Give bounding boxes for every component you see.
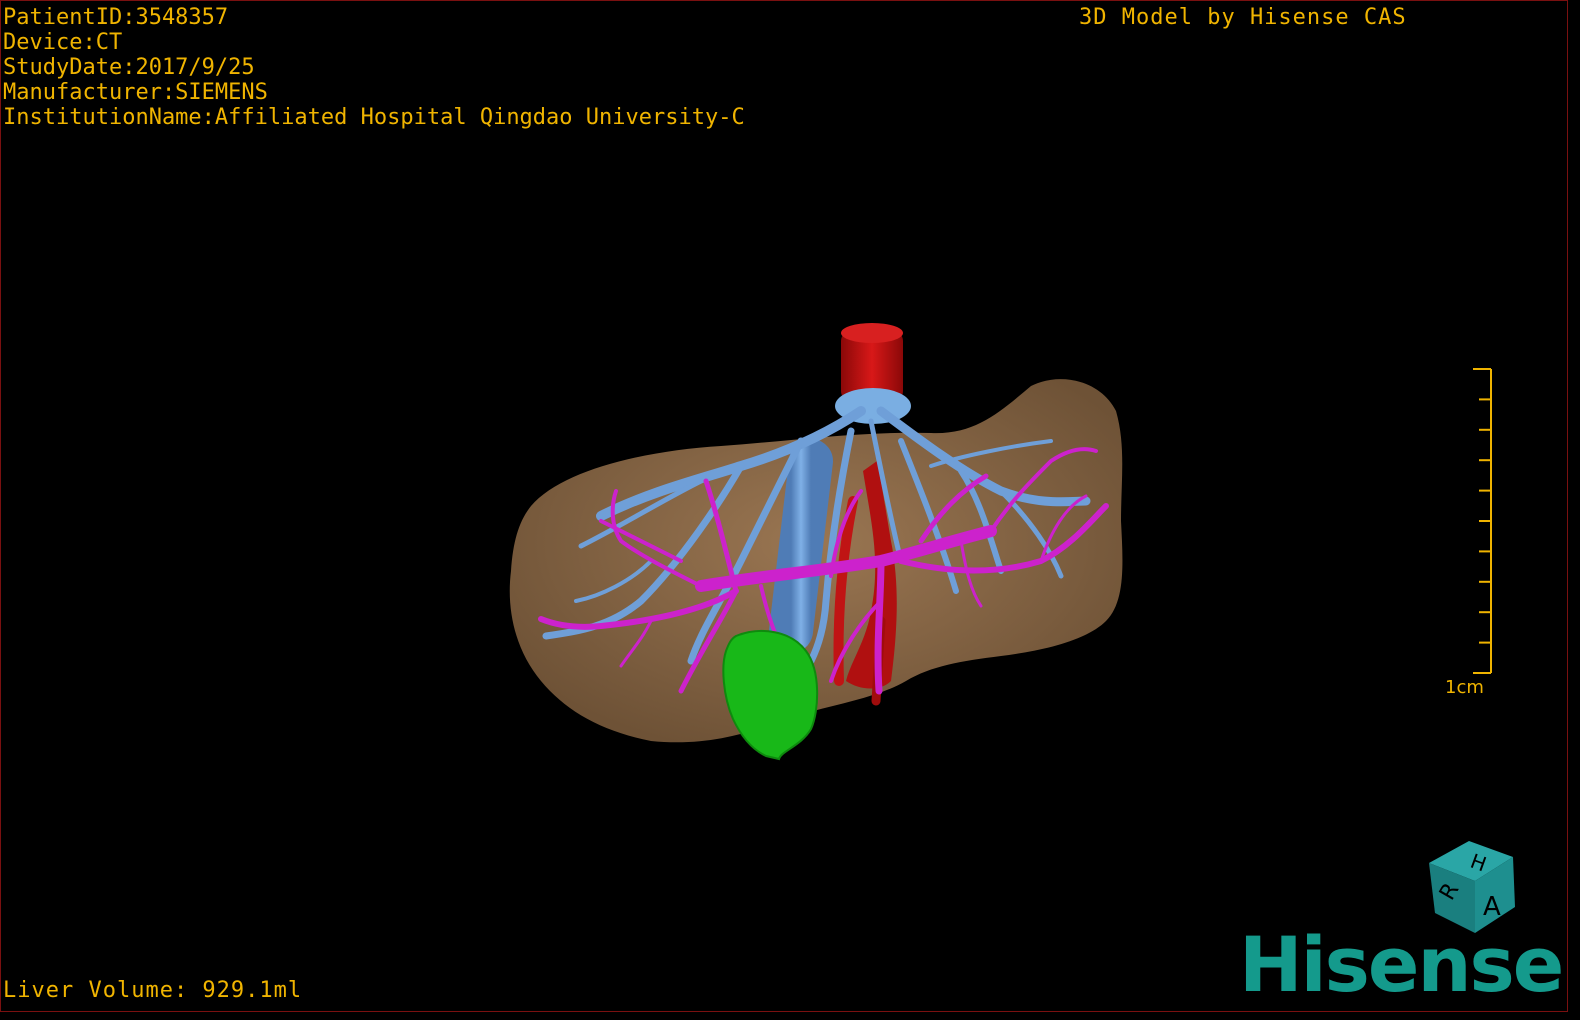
- liver-volume: Liver Volume: 929.1ml: [3, 978, 303, 1003]
- manufacturer: Manufacturer:SIEMENS: [3, 80, 268, 105]
- render-viewport[interactable]: PatientID:3548357 Device:CT StudyDate:20…: [0, 0, 1568, 1012]
- device: Device:CT: [3, 30, 123, 55]
- scale-bar: [1473, 368, 1492, 674]
- scale-label: 1cm: [1445, 677, 1484, 698]
- cube-face-right: A: [1483, 892, 1501, 922]
- patient-id: PatientID:3548357: [3, 5, 229, 30]
- study-date: StudyDate:2017/9/25: [3, 55, 255, 80]
- liver-3d-model[interactable]: [1, 1, 1567, 1011]
- institution-name: InstitutionName:Affiliated Hospital Qing…: [3, 105, 745, 130]
- model-credit: 3D Model by Hisense CAS: [1079, 5, 1407, 30]
- gallbladder[interactable]: [722, 630, 819, 761]
- study-info: PatientID:3548357 Device:CT StudyDate:20…: [3, 5, 745, 130]
- hisense-logo: Hisense: [1239, 920, 1564, 1009]
